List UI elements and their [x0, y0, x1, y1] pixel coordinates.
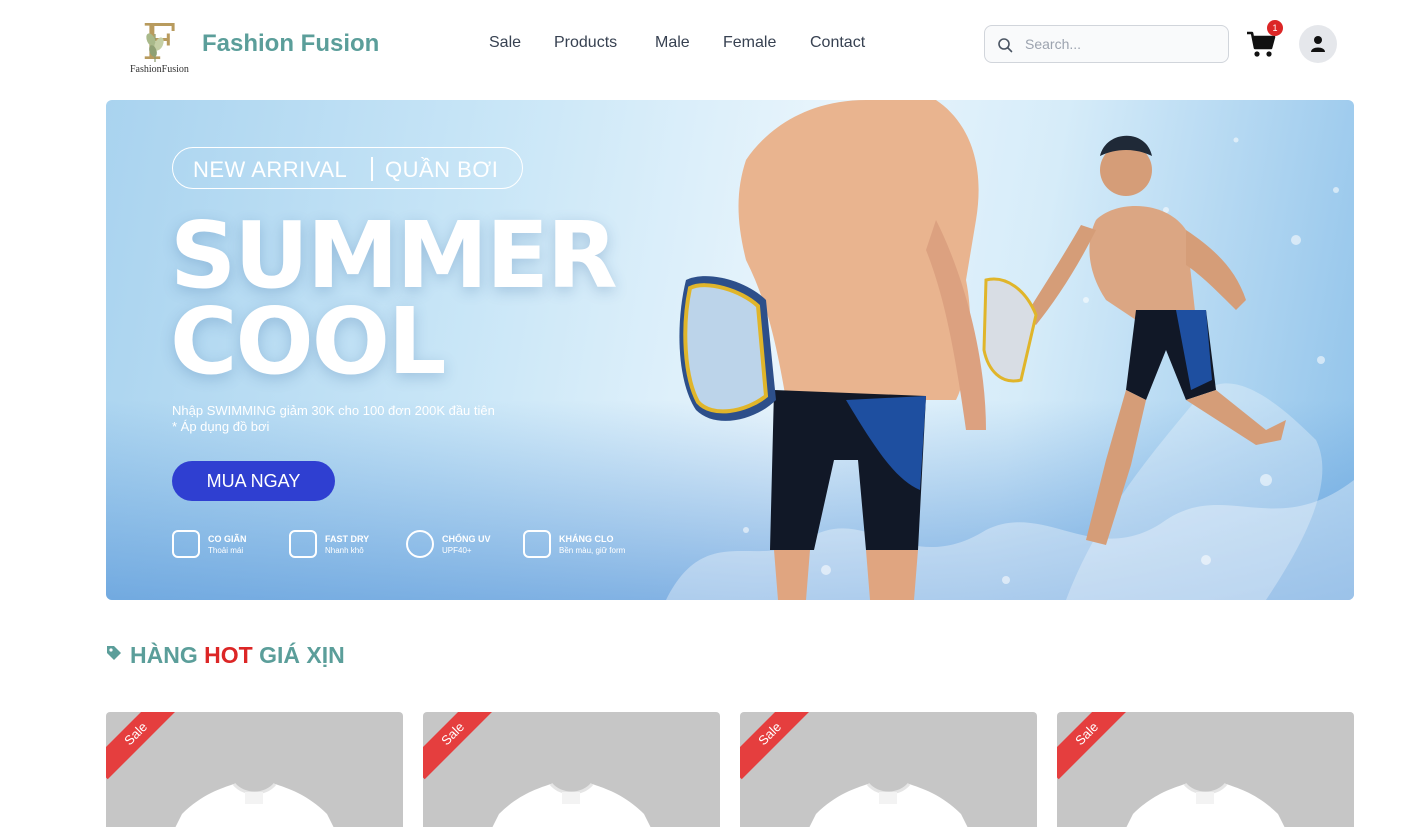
- logo-subtext: FashionFusion: [130, 64, 189, 75]
- feature-sub: Thoải mái: [208, 546, 244, 555]
- promo-line-2: * Áp dụng đồ bơi: [172, 419, 270, 434]
- feature-sub: UPF40+: [442, 546, 472, 555]
- feature-title: FAST DRY: [325, 534, 370, 544]
- feature-title: CHỐNG UV: [442, 534, 491, 544]
- search-box[interactable]: [984, 25, 1229, 63]
- section-title-hot: HOT: [204, 642, 253, 668]
- feature-sub: Bền màu, giữ form: [559, 546, 626, 555]
- product-card[interactable]: Sale: [740, 712, 1037, 827]
- feature-sub: Nhanh khô: [325, 546, 364, 555]
- tshirt-image: [175, 782, 334, 827]
- feature-title: CO GIÃN: [208, 534, 247, 544]
- hero-banner[interactable]: NEW ARRIVAL QUẦN BƠI SUMMER COOL Nhập SW…: [106, 100, 1354, 600]
- headline-cool: COOL: [170, 288, 447, 395]
- section-title-post: GIÁ XỊN: [252, 642, 345, 668]
- product-card[interactable]: Sale: [1057, 712, 1354, 827]
- stretch-icon: [172, 530, 200, 558]
- search-icon: [998, 38, 1013, 53]
- sale-badge: Sale: [740, 712, 816, 780]
- product-card[interactable]: Sale: [423, 712, 720, 827]
- leaf-icon: [146, 33, 164, 62]
- promo-text: Nhập SWIMMING giảm 30K cho 100 đơn 200K …: [172, 403, 495, 435]
- section-title: HÀNG HOT GIÁ XỊN: [130, 642, 345, 669]
- brand-name[interactable]: Fashion Fusion: [202, 30, 379, 58]
- timer-icon: [289, 530, 317, 558]
- tshirt-image: [492, 782, 651, 827]
- sale-badge: Sale: [1057, 712, 1133, 780]
- user-avatar-button[interactable]: [1299, 25, 1337, 63]
- section-title-pre: HÀNG: [130, 642, 205, 668]
- model-front: [679, 100, 986, 600]
- promo-line-1: Nhập SWIMMING giảm 30K cho 100 đơn 200K …: [172, 403, 495, 418]
- nav-sale[interactable]: Sale: [489, 34, 521, 52]
- nav-male[interactable]: Male: [655, 34, 690, 52]
- chlorine-icon: [523, 530, 551, 558]
- logo[interactable]: F FashionFusion: [130, 14, 196, 76]
- nav-products[interactable]: Products: [554, 34, 617, 52]
- sale-badge: Sale: [106, 712, 182, 780]
- user-icon: [1311, 36, 1325, 52]
- nav-contact[interactable]: Contact: [810, 34, 865, 52]
- tshirt-image: [1126, 782, 1285, 827]
- pill-category: QUẦN BƠI: [385, 157, 499, 182]
- nav-female[interactable]: Female: [723, 34, 776, 52]
- tag-icon: [107, 646, 121, 660]
- search-input[interactable]: [1025, 34, 1215, 54]
- pill-divider: [371, 157, 373, 181]
- uv-icon: [406, 530, 434, 558]
- product-card[interactable]: Sale: [106, 712, 403, 827]
- buy-now-button[interactable]: MUA NGAY: [172, 461, 335, 501]
- tshirt-image: [809, 782, 968, 827]
- cart-count-badge: 1: [1267, 20, 1283, 36]
- site-header: F FashionFusion Fashion Fusion Sale Prod…: [0, 0, 1415, 88]
- feature-title: KHÁNG CLO: [559, 534, 614, 544]
- pill-new-arrival: NEW ARRIVAL: [193, 157, 348, 182]
- arrival-pill: NEW ARRIVAL QUẦN BƠI: [172, 147, 523, 189]
- sale-badge: Sale: [423, 712, 499, 780]
